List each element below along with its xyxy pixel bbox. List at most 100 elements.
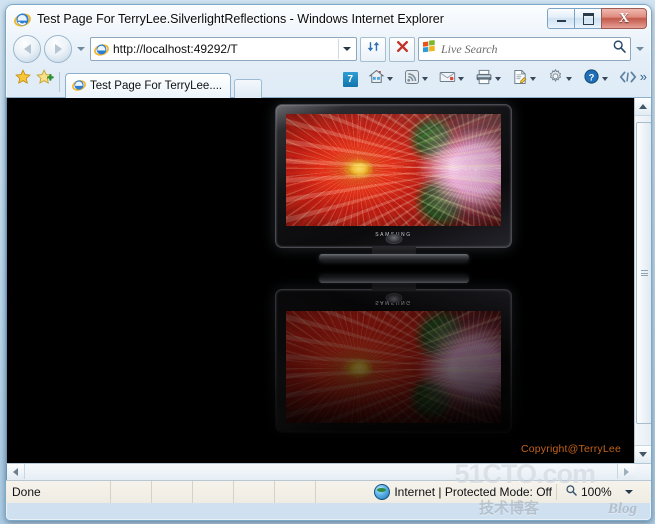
watermark-blog: Blog bbox=[607, 501, 637, 517]
tv-screen bbox=[286, 114, 501, 226]
forward-arrow-icon bbox=[54, 44, 62, 54]
search-options-chevron-down-icon[interactable] bbox=[636, 47, 644, 51]
mail-chevron-down-icon[interactable] bbox=[457, 77, 464, 81]
tv-stand-base-reflection bbox=[318, 276, 469, 283]
close-icon: X bbox=[618, 10, 630, 26]
add-to-favorites-icon[interactable] bbox=[36, 68, 54, 91]
address-bar[interactable]: http://localhost:49292/T bbox=[90, 37, 357, 61]
scroll-up-arrow-icon bbox=[639, 104, 647, 109]
mail-icon bbox=[439, 70, 456, 89]
copyright-text: Copyright@TerryLee bbox=[520, 443, 621, 455]
tab-favicon-icon bbox=[72, 78, 86, 95]
horizontal-scrollbar[interactable] bbox=[6, 463, 651, 480]
scroll-left-button[interactable] bbox=[7, 464, 25, 479]
help-icon: ? bbox=[583, 68, 600, 90]
tv-reflection-screen bbox=[286, 311, 501, 423]
status-cell-2 bbox=[152, 481, 193, 503]
scroll-down-button[interactable] bbox=[635, 445, 651, 463]
tv-power-indicator-reflection bbox=[385, 293, 402, 303]
print-chevron-down-icon[interactable] bbox=[494, 77, 501, 81]
command-icons: 7 ? » bbox=[342, 64, 651, 97]
title-bar: Test Page For TerryLee.SilverlightReflec… bbox=[6, 5, 651, 33]
code-brackets-icon bbox=[619, 70, 637, 89]
security-zone[interactable]: Internet | Protected Mode: Off bbox=[374, 484, 557, 500]
maximize-button[interactable] bbox=[574, 8, 602, 29]
silverlight-stage: SAMSUNG bbox=[7, 98, 635, 463]
tab-strip: Test Page For TerryLee.... bbox=[65, 65, 263, 98]
page-chevron-down-icon[interactable] bbox=[529, 77, 536, 81]
zoom-magnifier-icon bbox=[565, 484, 578, 500]
scroll-down-arrow-icon bbox=[639, 452, 647, 457]
zoom-chevron-down-icon[interactable] bbox=[624, 490, 633, 494]
status-cell-5 bbox=[275, 481, 316, 503]
tools-chevron-down-icon[interactable] bbox=[565, 77, 572, 81]
page-content: SAMSUNG bbox=[6, 98, 651, 463]
status-cell-1 bbox=[111, 481, 152, 503]
command-bar-overflow-button[interactable]: » bbox=[640, 69, 647, 84]
forward-button[interactable] bbox=[44, 35, 72, 63]
favorites-group bbox=[14, 64, 54, 97]
status-cell-3 bbox=[193, 481, 234, 503]
tab-test-page[interactable]: Test Page For TerryLee.... bbox=[65, 73, 232, 98]
zoom-control[interactable]: 100% bbox=[557, 484, 651, 500]
help-button[interactable]: ? bbox=[582, 68, 612, 90]
scroll-right-button[interactable] bbox=[617, 464, 635, 479]
tv-reflection-bezel: SAMSUNG bbox=[275, 289, 512, 433]
home-icon bbox=[368, 68, 385, 90]
screenshot-root: Test Page For TerryLee.SilverlightReflec… bbox=[0, 0, 655, 524]
windows-logo-icon bbox=[422, 39, 436, 59]
search-input[interactable]: Live Search bbox=[441, 42, 612, 57]
internet-zone-globe-icon bbox=[374, 484, 391, 500]
help-chevron-down-icon[interactable] bbox=[601, 77, 608, 81]
developer-tools-button[interactable] bbox=[618, 70, 638, 89]
command-bar: Test Page For TerryLee.... 7 ? » bbox=[6, 65, 651, 98]
address-dropdown-chevron-down-icon[interactable] bbox=[338, 39, 354, 59]
new-tab-button[interactable] bbox=[234, 79, 263, 98]
vertical-scrollbar[interactable] bbox=[634, 98, 651, 463]
minimize-icon bbox=[556, 20, 566, 22]
scrollbar-grip-icon bbox=[640, 269, 648, 278]
feeds-button[interactable] bbox=[403, 69, 432, 90]
print-button[interactable] bbox=[474, 69, 505, 90]
stop-icon bbox=[395, 39, 410, 59]
printer-icon bbox=[475, 69, 493, 90]
feeds-chevron-down-icon[interactable] bbox=[421, 77, 428, 81]
gear-icon bbox=[547, 68, 564, 90]
tools-button[interactable] bbox=[546, 68, 576, 90]
security-zone-text: Internet | Protected Mode: Off bbox=[394, 485, 552, 499]
browser-window: Test Page For TerryLee.SilverlightReflec… bbox=[5, 4, 652, 521]
home-chevron-down-icon[interactable] bbox=[386, 77, 393, 81]
close-button[interactable]: X bbox=[601, 8, 647, 29]
refresh-icon bbox=[366, 39, 381, 59]
window-controls: X bbox=[547, 8, 647, 29]
maximize-icon bbox=[582, 12, 594, 25]
minimize-button[interactable] bbox=[547, 8, 575, 29]
stop-button[interactable] bbox=[389, 36, 415, 62]
favorites-center-icon[interactable] bbox=[14, 68, 32, 91]
search-submit-icon[interactable] bbox=[612, 39, 627, 59]
quick-tabs-button[interactable]: 7 bbox=[342, 71, 359, 87]
status-bar: Done Internet | Protected Mode: Off 100% bbox=[6, 480, 651, 503]
scroll-right-arrow-icon bbox=[624, 467, 629, 476]
window-title: Test Page For TerryLee.SilverlightReflec… bbox=[37, 12, 444, 26]
home-button[interactable] bbox=[367, 68, 397, 90]
mail-button[interactable] bbox=[438, 70, 468, 89]
tv-display: SAMSUNG bbox=[275, 104, 512, 262]
back-button[interactable] bbox=[13, 35, 41, 63]
tv-bezel: SAMSUNG bbox=[275, 104, 512, 248]
rss-feed-icon bbox=[404, 69, 420, 90]
back-arrow-icon bbox=[23, 44, 31, 54]
vertical-scrollbar-thumb[interactable] bbox=[636, 122, 651, 424]
scroll-up-button[interactable] bbox=[635, 98, 651, 116]
refresh-button[interactable] bbox=[360, 36, 386, 62]
page-button[interactable] bbox=[511, 69, 540, 90]
address-toolbar: http://localhost:49292/T Live Search bbox=[6, 33, 651, 65]
tv-stand-base bbox=[318, 254, 469, 261]
quick-tabs-icon: 7 bbox=[342, 71, 358, 87]
address-url-text: http://localhost:49292/T bbox=[113, 42, 238, 56]
scroll-left-arrow-icon bbox=[13, 467, 18, 476]
svg-text:?: ? bbox=[588, 72, 594, 83]
search-box[interactable]: Live Search bbox=[418, 37, 631, 61]
tv-power-indicator bbox=[385, 234, 402, 244]
recent-pages-chevron-down-icon[interactable] bbox=[77, 47, 85, 51]
